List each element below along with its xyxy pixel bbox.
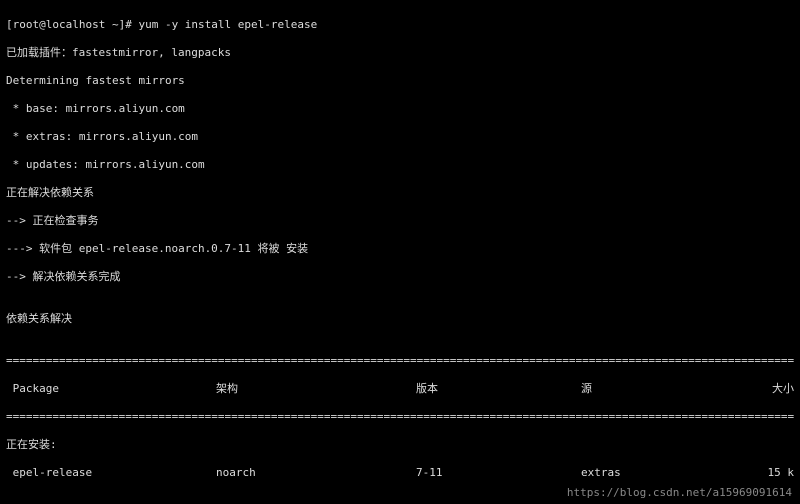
cell-arch: noarch [216,466,416,480]
cell-package: epel-release [6,466,216,480]
divider-line: ========================================… [6,354,794,368]
shell-prompt: [root@localhost ~]# [6,18,138,31]
output-line: Determining fastest mirrors [6,74,794,88]
terminal[interactable]: [root@localhost ~]# yum -y install epel-… [0,0,800,504]
table-header-row: Package 架构 版本 源 大小 [6,382,794,396]
header-version: 版本 [416,382,581,396]
output-line: ---> 软件包 epel-release.noarch.0.7-11 将被 安… [6,242,794,256]
output-line: 依赖关系解决 [6,312,794,326]
output-line: --> 解决依赖关系完成 [6,270,794,284]
output-line: * updates: mirrors.aliyun.com [6,158,794,172]
installing-header: 正在安装: [6,438,794,452]
output-line: 正在解决依赖关系 [6,186,794,200]
cell-repo: extras [581,466,731,480]
table-row: epel-release noarch 7-11 extras 15 k [6,466,794,480]
command-line: [root@localhost ~]# yum -y install epel-… [6,18,794,32]
header-size: 大小 [731,382,794,396]
cell-version: 7-11 [416,466,581,480]
output-line: * base: mirrors.aliyun.com [6,102,794,116]
header-package: Package [6,382,216,396]
typed-command: yum -y install epel-release [138,18,317,31]
header-arch: 架构 [216,382,416,396]
output-line: 已加载插件：fastestmirror, langpacks [6,46,794,60]
divider-line: ========================================… [6,410,794,424]
cell-size: 15 k [731,466,794,480]
output-line: * extras: mirrors.aliyun.com [6,130,794,144]
output-line: --> 正在检查事务 [6,214,794,228]
blank-line [6,494,794,504]
header-repo: 源 [581,382,731,396]
